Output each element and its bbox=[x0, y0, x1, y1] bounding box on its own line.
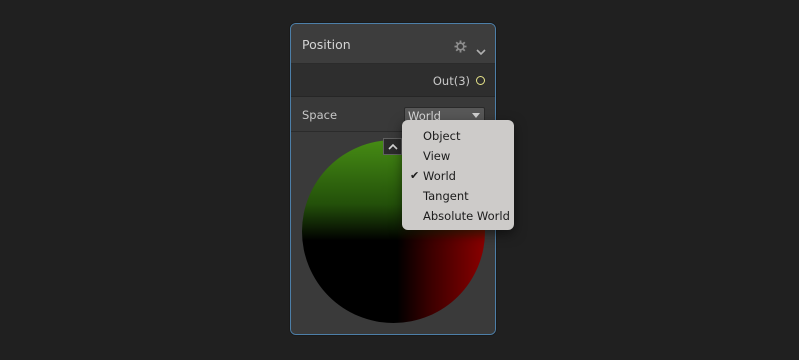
preview-collapse-button[interactable] bbox=[383, 138, 402, 155]
menu-item-world[interactable]: ✔ World bbox=[402, 165, 514, 185]
chevron-down-icon[interactable] bbox=[476, 41, 486, 56]
menu-item-label: Absolute World bbox=[423, 209, 510, 223]
output-port-row: Out(3) bbox=[291, 64, 495, 97]
menu-item-label: View bbox=[423, 149, 451, 163]
menu-item-view[interactable]: View bbox=[402, 145, 514, 165]
menu-item-tangent[interactable]: Tangent bbox=[402, 185, 514, 205]
menu-item-label: Object bbox=[423, 129, 461, 143]
menu-item-label: Tangent bbox=[423, 189, 469, 203]
node-header[interactable]: Position bbox=[291, 24, 495, 64]
space-label: Space bbox=[302, 108, 338, 122]
graph-canvas[interactable]: Position Out(3) Space World Object View … bbox=[0, 0, 799, 360]
node-title: Position bbox=[302, 37, 351, 52]
menu-item-object[interactable]: Object bbox=[402, 125, 514, 145]
menu-item-absolute-world[interactable]: Absolute World bbox=[402, 205, 514, 225]
space-dropdown-menu: Object View ✔ World Tangent Absolute Wor… bbox=[402, 120, 514, 230]
output-port-label: Out(3) bbox=[432, 74, 470, 88]
menu-item-label: World bbox=[423, 169, 456, 183]
output-port-connector[interactable] bbox=[476, 76, 485, 85]
dropdown-arrow-icon bbox=[472, 113, 480, 118]
check-icon: ✔ bbox=[410, 169, 420, 182]
gear-icon[interactable] bbox=[454, 38, 467, 53]
